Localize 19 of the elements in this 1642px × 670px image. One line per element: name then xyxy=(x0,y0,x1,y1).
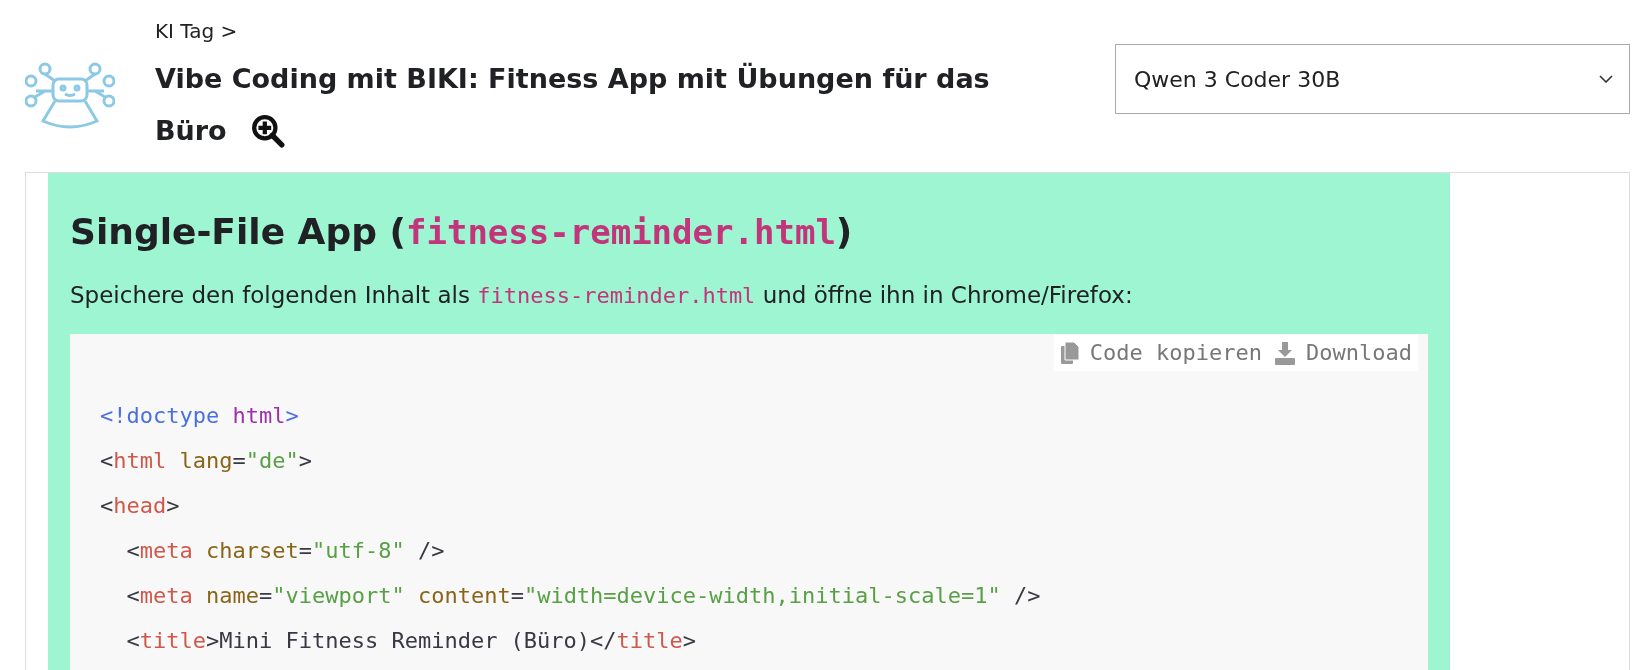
code-line: <html lang="de"> xyxy=(100,447,313,475)
page-title: Büro xyxy=(155,114,227,148)
download-icon xyxy=(1274,340,1297,365)
page-title: Vibe Coding mit BIKI: Fitness App mit Übungen für das xyxy=(155,61,990,96)
code-line: <meta name="viewport" content="width=device-width,initial-scale=1" /> xyxy=(125,582,1042,610)
code-line: <title>Mini Fitness Reminder (Büro)</title> xyxy=(125,627,698,655)
copy-code-button[interactable]: Code kopieren xyxy=(1053,334,1269,371)
copy-icon xyxy=(1059,340,1080,365)
robot-logo-icon xyxy=(25,61,115,131)
chevron-down-icon xyxy=(1599,75,1613,83)
code-line: <meta charset="utf-8" /> xyxy=(125,537,446,565)
model-select[interactable]: Qwen 3 Coder 30B xyxy=(1115,44,1630,114)
code-line: <!doctype html> xyxy=(100,402,300,430)
zoom-in-icon[interactable] xyxy=(250,114,285,148)
code-line: <head> xyxy=(100,492,181,520)
instruction-text: Speichere den folgenden Inhalt als fitness-reminder.html und öffne ihn in Chrome/Firefox: xyxy=(70,282,1134,308)
section-heading: Single-File App (fitness-reminder.html) xyxy=(70,211,854,252)
breadcrumb-link[interactable]: KI Tag > xyxy=(155,19,1035,43)
download-button[interactable]: Download xyxy=(1268,334,1418,371)
